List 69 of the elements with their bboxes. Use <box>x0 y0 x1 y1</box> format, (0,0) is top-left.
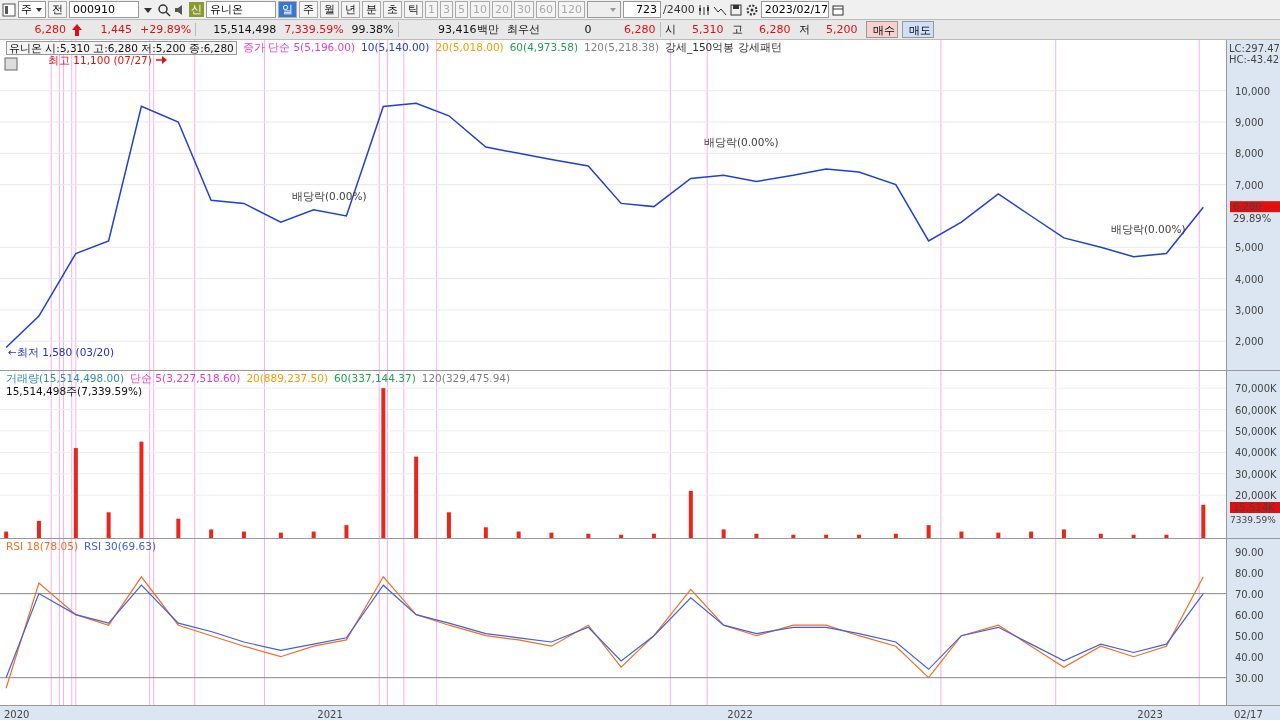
rate-tag: 7339.59% <box>1230 515 1276 525</box>
high-price: 6,280 <box>758 23 792 36</box>
legend-item: 60(4,973.58) <box>509 41 578 55</box>
axis-label: 5,000 <box>1235 242 1264 254</box>
legend-item: RSI 30(69.63) <box>84 540 157 552</box>
volume-tag: 15,514K <box>1230 502 1280 513</box>
volume-summary: 15,514,498주(7,339.59%) <box>6 385 143 399</box>
axis-label: 50.00 <box>1235 630 1264 642</box>
best-bid-quantity: 0 <box>583 23 593 36</box>
chart-annotation: 배당락(0.00%) <box>704 136 779 148</box>
axis-label: 80.00 <box>1235 567 1264 579</box>
hc-label: HC:-43.42 <box>1229 54 1280 65</box>
axis-label: 9,000 <box>1235 117 1264 129</box>
legend-item: 120(5,218.38) <box>584 41 659 55</box>
open-price: 5,310 <box>691 23 725 36</box>
axis-label: 40,000K <box>1235 447 1277 459</box>
chart-annotation: 배당락(0.00%) <box>1111 223 1186 235</box>
axis-label: 2,000 <box>1235 336 1264 348</box>
legend-item: 60(337,144.37) <box>334 372 416 386</box>
total-count: /2400 <box>663 3 695 16</box>
new-badge: 신 <box>189 2 204 17</box>
axis-label: 7,000 <box>1235 179 1264 191</box>
change-rate: +29.89% <box>139 23 193 36</box>
axis-label: 3,000 <box>1235 304 1264 316</box>
axis-label: 70,000K <box>1235 383 1277 395</box>
volume-value: 15,514,498 <box>195 23 281 36</box>
axis-label: 50,000K <box>1235 425 1277 437</box>
axis-label: 4,000 <box>1235 273 1264 285</box>
lc-label: LC:297.47 <box>1229 43 1280 54</box>
current-price: 6,280 <box>33 23 67 36</box>
price-change: 1,445 <box>99 23 133 36</box>
axis-label: 90.00 <box>1235 546 1264 558</box>
legend-item: RSI 18(78.05) <box>6 540 78 552</box>
date-label: 02/17 <box>1234 709 1263 720</box>
axis-label: 20,000K <box>1235 490 1277 502</box>
legend-item: 20(889,237.50) <box>246 372 329 386</box>
legend-item: 20(5,018.00) <box>435 41 504 55</box>
best-bid-label: 최우선 <box>505 22 541 37</box>
axis-label: 70.00 <box>1235 588 1264 600</box>
volume-rate: 7,339.59% <box>283 23 345 36</box>
legend-item: 거래량(15,514,498.00) <box>6 372 124 386</box>
best-bid-price: 6,280 <box>623 23 657 36</box>
ohlc-summary: 유니온 시:5,310 고:6,280 저:5,200 종:6,280 <box>6 41 237 55</box>
ratio-value: 99.38% <box>350 23 395 36</box>
trade-amount: 93,416백만 <box>397 22 503 37</box>
low-price: 5,200 <box>825 23 859 36</box>
axis-label: 60.00 <box>1235 609 1264 621</box>
open-label: 시 <box>659 22 680 37</box>
chart-annotation: ←최저 1,580 (03/20) <box>8 346 114 358</box>
legend-item: 강세_150억봉 강세패턴 <box>665 41 782 55</box>
low-label: 저 <box>797 22 811 37</box>
axis-label: 40.00 <box>1235 651 1264 663</box>
axis-label: 2022 <box>727 709 753 720</box>
axis-label: 60,000K <box>1235 404 1277 416</box>
legend-item: 단순 5(3,227,518.60) <box>130 372 241 386</box>
chart-annotation: 최고 11,100 (07/27) <box>48 54 152 66</box>
axis-label: 2021 <box>317 709 343 720</box>
axis-label: 2020 <box>4 709 30 720</box>
axis-label: 2023 <box>1137 709 1163 720</box>
legend-item: 증가 단순 5(5,196.00) <box>242 41 356 55</box>
legend-item: 120(329,475.94) <box>421 372 511 386</box>
axis-label: 10,000 <box>1235 85 1270 97</box>
rate-tag: 29.89% <box>1233 213 1272 225</box>
high-label: 고 <box>730 22 744 37</box>
axis-label: 30,000K <box>1235 468 1277 480</box>
price-tag: 6,280 <box>1230 201 1280 213</box>
axis-label: 30.00 <box>1235 672 1264 684</box>
legend-item: 10(5,140.00) <box>361 41 430 55</box>
axis-label: 8,000 <box>1235 148 1264 160</box>
